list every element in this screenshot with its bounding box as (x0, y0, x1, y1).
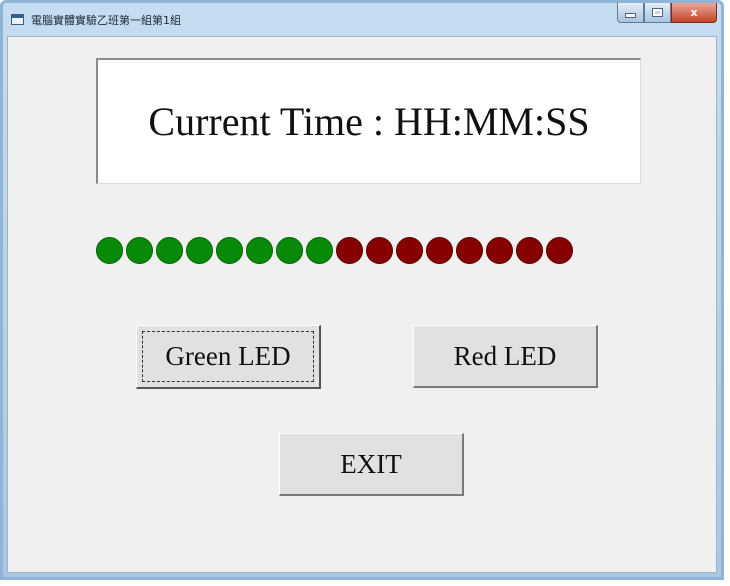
minimize-icon (625, 13, 636, 18)
red-led-indicator (546, 237, 573, 264)
green-led-indicator (186, 237, 213, 264)
app-icon[interactable] (11, 14, 24, 25)
red-led-indicator (486, 237, 513, 264)
green-led-indicator (216, 237, 243, 264)
window-title: 電腦實體實驗乙班第一組第1組 (31, 14, 181, 27)
maximize-button[interactable] (644, 3, 671, 23)
minimize-button[interactable] (617, 3, 644, 23)
red-led-button-label: Red LED (453, 340, 557, 371)
green-led-indicator (126, 237, 153, 264)
red-led-indicator (396, 237, 423, 264)
green-led-button-label: Green LED (165, 341, 291, 371)
red-led-indicator (336, 237, 363, 264)
exit-button-label: EXIT (340, 448, 402, 479)
red-led-indicator (516, 237, 543, 264)
exit-button[interactable]: EXIT (279, 433, 464, 496)
green-led-indicator (246, 237, 273, 264)
title-bar[interactable]: 電腦實體實驗乙班第一組第1組 x (3, 3, 721, 37)
close-button[interactable]: x (671, 3, 717, 23)
green-led-indicator (156, 237, 183, 264)
red-led-button[interactable]: Red LED (413, 325, 598, 388)
red-led-indicator (456, 237, 483, 264)
red-led-indicator (426, 237, 453, 264)
green-led-indicator (276, 237, 303, 264)
maximize-icon (653, 9, 662, 16)
green-led-indicator (306, 237, 333, 264)
close-icon: x (690, 6, 698, 19)
caption-buttons: x (617, 3, 717, 25)
red-led-indicator (366, 237, 393, 264)
led-row (96, 237, 573, 264)
current-time-label: Current Time : HH:MM:SS (148, 99, 590, 144)
time-display-box: Current Time : HH:MM:SS (96, 58, 641, 184)
green-led-button[interactable]: Green LED (136, 325, 321, 389)
green-led-indicator (96, 237, 123, 264)
